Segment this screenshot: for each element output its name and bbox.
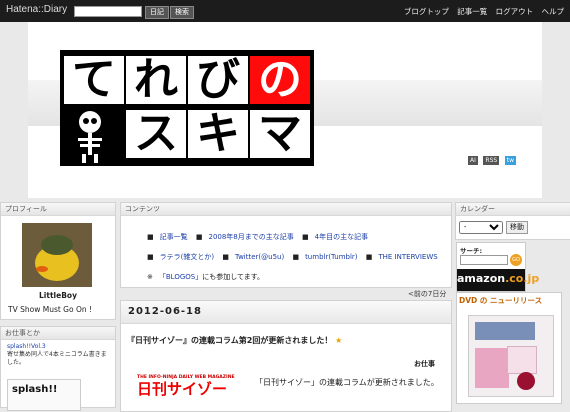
contents-panel: コンテンツ ■ 記事一覧 ■ 2008年8月までの主な記事 ■ 4年目の主な記事 ■ ラ… [120,202,452,288]
contents-heading: コンテンツ [121,203,451,216]
link-article-list[interactable]: 記事一覧 [160,233,188,241]
work-panel: お仕事とか splash!!Vol.3 寄せ集め同人で4本ミニコラム書きました。… [0,326,116,411]
entry-date[interactable]: 2012-06-18 [121,301,451,324]
nav-help[interactable]: ヘルプ [542,7,565,16]
zine-title: 日刊サイゾー [137,380,228,398]
prev-week-link[interactable]: <前の7日分 [408,289,446,299]
profile-name: LittleBoy [39,291,77,300]
site-logo[interactable]: て れ び の ス キ マ [60,50,314,166]
top-nav: ブログトップ 記事一覧 ログアウト ヘルプ [398,6,564,17]
dvd-box-art [475,348,509,388]
logo-char: マ [250,110,310,158]
logo-char: て [64,56,124,104]
logo-char: の [250,56,310,104]
amazon-go-button[interactable]: GO [510,254,522,266]
work-item: splash!!Vol.3 寄せ集め同人で4本ミニコラム書きました。 [7,343,107,367]
feed-icons: AI RSS tw [468,155,519,165]
link-twitter[interactable]: Twitter(@u5u) [235,253,284,261]
rss-icon[interactable]: RSS [483,156,500,165]
star-icon[interactable]: ★ [335,336,342,345]
note-prefix: ※ [147,273,153,281]
logo-char: れ [126,56,186,104]
search-input[interactable] [74,6,142,17]
logo-char: ス [126,110,186,158]
contents-links: ■ 記事一覧 ■ 2008年8月までの主な記事 ■ 4年目の主な記事 ■ ラテラ(雑文と… [147,233,438,281]
twitter-icon[interactable]: tw [504,156,517,165]
skull-mascot-icon [78,111,102,163]
header-banner: て れ び の ス キ マ AI RSS tw [28,22,542,198]
dvd-thumbnail[interactable] [468,315,554,397]
work-link[interactable]: splash!!Vol.3 [7,343,46,350]
profile-panel: プロフィール LittleBoy TV Show Must Go On ! [0,202,116,320]
nav-logout[interactable]: ログアウト [496,7,534,16]
entry-body: 「日刊サイゾー」の連載コラムが更新されました。 [255,378,439,387]
dvd-box-art [507,346,537,374]
work-text: 寄せ集め同人で4本ミニコラム書きました。 [7,351,107,366]
logo-char: キ [188,110,248,158]
profile-desc: TV Show Must Go On ! [8,305,93,314]
ai-icon[interactable]: AI [468,156,478,165]
nikkan-cyzo-logo[interactable]: THE INFO-NINJA DAILY WEB MAGAZINE 日刊サイゾー [137,375,241,405]
nav-article-list[interactable]: 記事一覧 [457,7,487,16]
hatena-diary-logo[interactable]: Hatena::Diary [6,4,67,15]
amazon-search-input[interactable] [460,255,508,265]
link-tumblr[interactable]: tumblr(Tumblr) [305,253,357,261]
avatar[interactable] [22,223,92,287]
note-suffix: にも参加してます。 [202,273,264,281]
amazon-logo[interactable]: amazon.co.jp [457,269,539,291]
entry-title: 『日刊サイゾー』の連載コラム第2回が更新されました！ ★ [127,335,342,346]
search-button[interactable]: 検索 [170,6,194,19]
amazon-search-label: サーチ: [460,247,483,255]
work-thumbnail[interactable]: splash!! [7,379,81,411]
link-interviews[interactable]: THE INTERVIEWS [378,253,437,261]
entry-category[interactable]: お仕事 [414,359,435,369]
dvd-box-art [475,322,535,340]
work-heading: お仕事とか [1,327,115,340]
logo-char: び [188,56,248,104]
link-2008[interactable]: 2008年8月までの主な記事 [208,233,293,241]
amazon-logo-text: amazon [457,272,506,285]
calendar-panel: カレンダー - 移動 [455,202,570,240]
dvd-new-release-widget: DVD の ニューリリース [456,292,562,404]
nav-blog-top[interactable]: ブログトップ [404,7,449,16]
diary-button[interactable]: 日記 [145,6,169,19]
link-4th-year[interactable]: 4年目の主な記事 [315,233,368,241]
entry-panel: 2012-06-18 『日刊サイゾー』の連載コラム第2回が更新されました！ ★ … [120,300,452,412]
amazon-logo-jp: .co.jp [505,272,540,285]
work-thumb-text: splash!! [12,384,58,395]
calendar-go-button[interactable]: 移動 [506,221,528,234]
dvd-disc-icon [517,372,535,390]
link-blogos[interactable]: 「BLOGOS」 [159,273,202,281]
profile-heading: プロフィール [1,203,115,216]
entry-title-text[interactable]: 『日刊サイゾー』の連載コラム第2回が更新されました！ [127,336,332,345]
calendar-select[interactable]: - [459,221,503,234]
link-latera[interactable]: ラテラ(雑文とか) [160,253,214,261]
dvd-heading: DVD の ニューリリース [459,296,543,305]
amazon-search-widget: サーチ: GO amazon.co.jp [456,242,539,292]
calendar-heading: カレンダー [456,203,570,216]
top-bar: Hatena::Diary 日記 検索 ブログトップ 記事一覧 ログアウト ヘル… [0,0,570,22]
